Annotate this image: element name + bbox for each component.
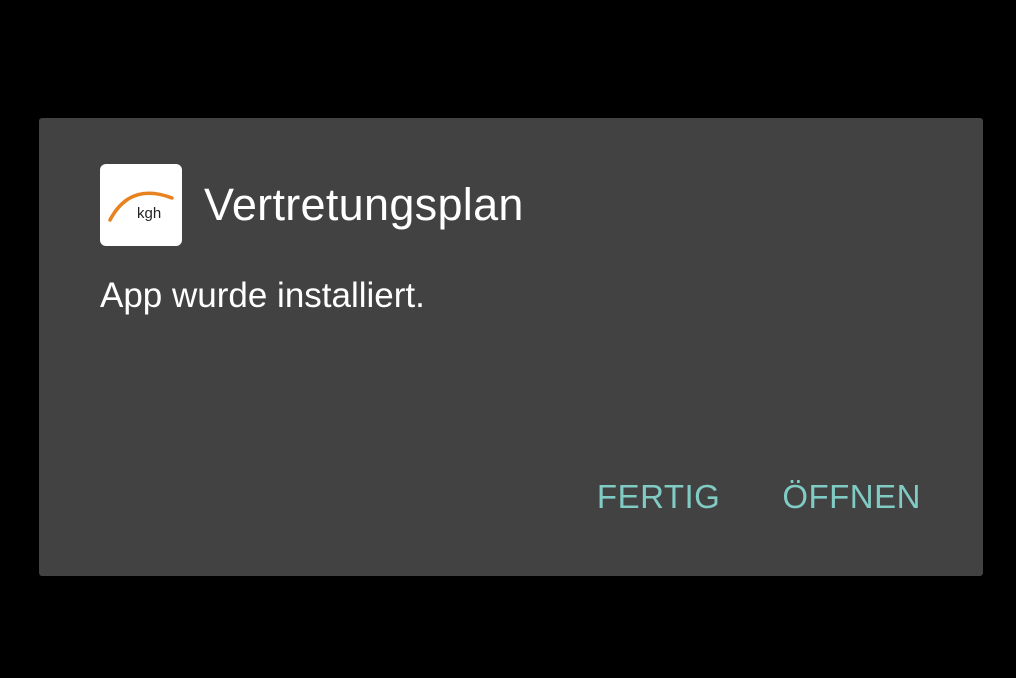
install-message: App wurde installiert.: [100, 276, 425, 315]
done-button[interactable]: FERTIG: [597, 474, 720, 520]
open-button[interactable]: ÖFFNEN: [782, 474, 921, 520]
app-header: kgh Vertretungsplan: [100, 164, 524, 246]
dialog-actions: FERTIG ÖFFNEN: [597, 474, 921, 520]
app-title: Vertretungsplan: [204, 179, 524, 230]
kgh-logo-graphic: kgh: [108, 191, 174, 222]
logo-text: kgh: [137, 205, 161, 222]
install-complete-dialog: kgh Vertretungsplan App wurde installier…: [39, 118, 983, 576]
kgh-logo-icon: kgh: [100, 164, 182, 246]
